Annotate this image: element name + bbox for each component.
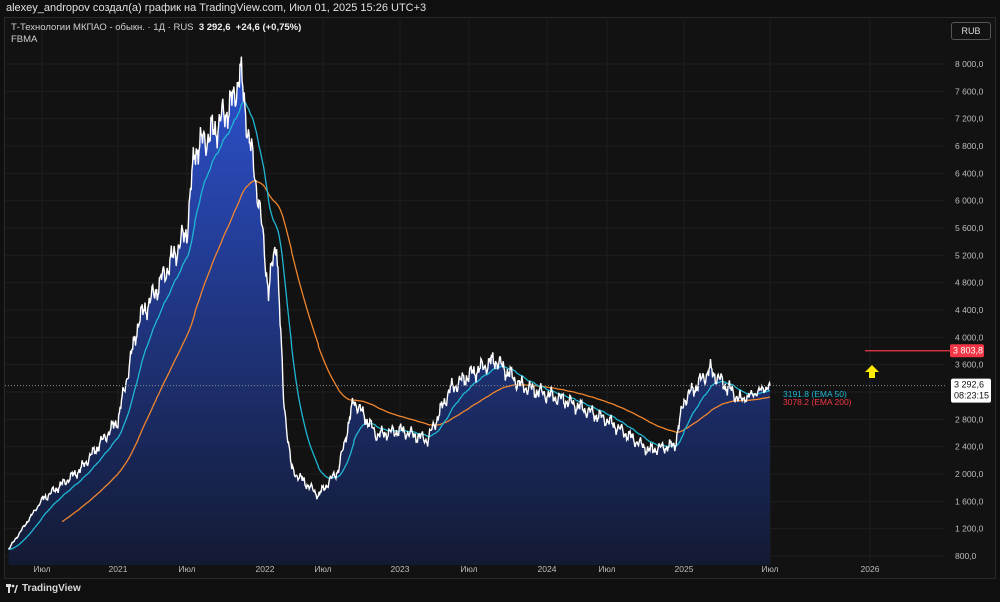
price-tick-label: 4 800,0 bbox=[955, 278, 984, 288]
price-tick-label: 1 600,0 bbox=[955, 496, 984, 506]
symbol-name[interactable]: Т-Технологии МКПАО - обыкн. · 1Д · RUS bbox=[11, 22, 194, 33]
price-tick-label: 5 200,0 bbox=[955, 250, 984, 260]
price-tick-label: 3 600,0 bbox=[955, 360, 984, 370]
price-tick-label: 6 000,0 bbox=[955, 196, 984, 206]
time-tick-label: 2024 bbox=[538, 564, 557, 574]
symbol-legend: Т-Технологии МКПАО - обыкн. · 1Д · RUS 3… bbox=[11, 22, 301, 46]
price-tick-label: 2 000,0 bbox=[955, 469, 984, 479]
time-tick-label: Июл bbox=[314, 564, 331, 574]
tradingview-logo-icon[interactable] bbox=[6, 584, 18, 593]
price-axis[interactable]: 800,0 1 200,0 1 600,0 2 000,0 2 400,0 2 800,0… bbox=[955, 59, 984, 561]
price-tick-label: 2 800,0 bbox=[955, 414, 984, 424]
price-tick-label: 7 600,0 bbox=[955, 86, 984, 96]
ticker-label: FBMA bbox=[11, 34, 38, 45]
price-area-fill bbox=[8, 56, 771, 565]
price-tick-label: 6 800,0 bbox=[955, 141, 984, 151]
time-tick-label: Июл bbox=[178, 564, 195, 574]
last-price-axis-label: 3 292,6 bbox=[954, 380, 984, 390]
time-tick-label: 2023 bbox=[391, 564, 410, 574]
time-tick-label: Июл bbox=[598, 564, 615, 574]
price-tick-label: 7 200,0 bbox=[955, 114, 984, 124]
price-tick-label: 8 000,0 bbox=[955, 59, 984, 69]
last-price: 3 292,6 bbox=[198, 22, 231, 33]
price-tick-label: 2 400,0 bbox=[955, 442, 984, 452]
price-change: +24,6 (+0,75%) bbox=[235, 22, 302, 33]
last-price-badge: 3 292,6 08:23:15 bbox=[951, 378, 991, 403]
target-price-badge: 3 803,8 bbox=[950, 344, 984, 358]
price-chart[interactable]: 800,0 1 200,0 1 600,0 2 000,0 2 400,0 2 800,0… bbox=[0, 0, 1000, 602]
time-tick-label: 2022 bbox=[256, 564, 275, 574]
time-tick-label: Июл bbox=[33, 564, 50, 574]
price-tick-label: 1 200,0 bbox=[955, 524, 984, 534]
time-tick-label: 2025 bbox=[675, 564, 694, 574]
arrow-up-icon[interactable] bbox=[865, 365, 879, 378]
footer: TradingView bbox=[6, 583, 81, 594]
tradingview-brand[interactable]: TradingView bbox=[22, 583, 81, 594]
time-tick-label: 2021 bbox=[109, 564, 128, 574]
price-tick-label: 6 400,0 bbox=[955, 168, 984, 178]
bar-countdown: 08:23:15 bbox=[954, 391, 989, 401]
time-tick-label: 2026 bbox=[861, 564, 880, 574]
price-tick-label: 4 000,0 bbox=[955, 332, 984, 342]
price-tick-label: 4 400,0 bbox=[955, 305, 984, 315]
time-tick-label: Июл bbox=[460, 564, 477, 574]
ema200-label: 3078.2 (EMA 200) bbox=[783, 397, 852, 407]
price-tick-label: 5 600,0 bbox=[955, 223, 984, 233]
price-tick-label: 800,0 bbox=[955, 551, 977, 561]
time-axis[interactable]: Июл 2021 Июл 2022 Июл 2023 Июл 2024 Июл 2025 Июл 20… bbox=[33, 564, 879, 574]
target-price-label: 3 803,8 bbox=[953, 346, 983, 356]
currency-button[interactable]: RUB bbox=[951, 22, 991, 40]
time-tick-label: Июл bbox=[761, 564, 778, 574]
